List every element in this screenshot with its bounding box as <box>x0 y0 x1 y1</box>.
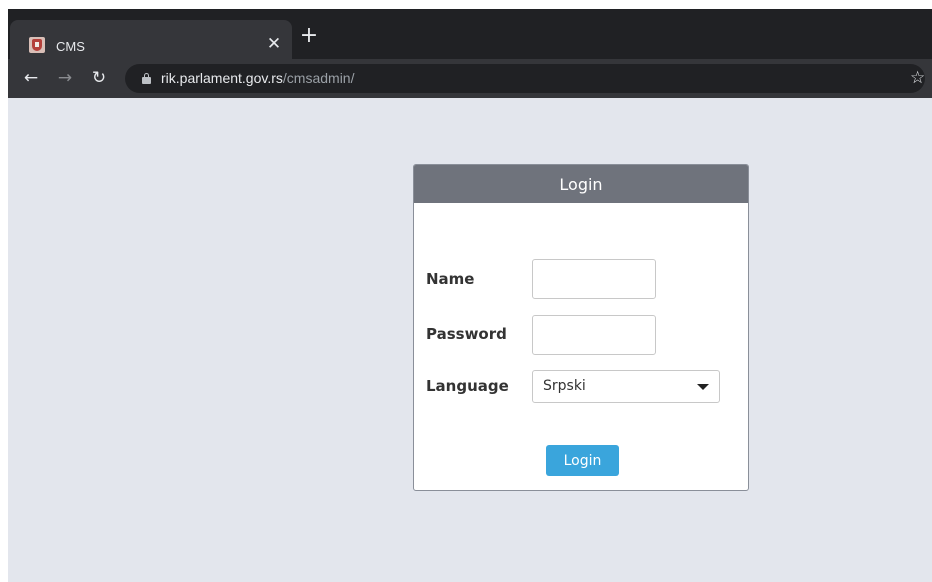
url-path: /cmsadmin/ <box>282 70 355 86</box>
browser-window: CMS ✕ + ← → ↻ rik.parlament.gov.rs/cmsad… <box>8 9 932 582</box>
browser-toolbar: ← → ↻ rik.parlament.gov.rs/cmsadmin/ ☆ <box>8 59 932 98</box>
caret-down-icon <box>697 384 709 390</box>
password-input[interactable] <box>532 315 656 355</box>
url-host: rik.parlament.gov.rs <box>161 70 283 86</box>
tab-title: CMS <box>56 39 85 54</box>
close-icon[interactable]: ✕ <box>264 34 284 54</box>
login-title: Login <box>414 165 748 203</box>
serbia-coat-of-arms-icon <box>29 37 45 53</box>
password-label: Password <box>426 325 507 343</box>
url-text[interactable]: rik.parlament.gov.rs/cmsadmin/ <box>161 70 354 86</box>
login-button[interactable]: Login <box>546 445 619 476</box>
arrow-right-icon[interactable]: → <box>55 68 75 88</box>
tab-strip: CMS ✕ + <box>8 9 932 62</box>
plus-icon[interactable]: + <box>299 25 319 47</box>
login-panel: Login Name Password Language Srpski Logi… <box>413 164 749 491</box>
star-icon[interactable]: ☆ <box>910 68 925 88</box>
language-selected: Srpski <box>543 378 586 394</box>
name-input[interactable] <box>532 259 656 299</box>
lock-icon[interactable] <box>142 73 151 84</box>
language-select[interactable]: Srpski <box>532 370 720 403</box>
name-label: Name <box>426 270 475 288</box>
language-label: Language <box>426 377 509 395</box>
address-bar[interactable]: rik.parlament.gov.rs/cmsadmin/ ☆ <box>125 64 925 93</box>
arrow-left-icon[interactable]: ← <box>21 68 41 88</box>
reload-icon[interactable]: ↻ <box>89 68 109 88</box>
browser-tab[interactable]: CMS ✕ <box>10 20 292 62</box>
